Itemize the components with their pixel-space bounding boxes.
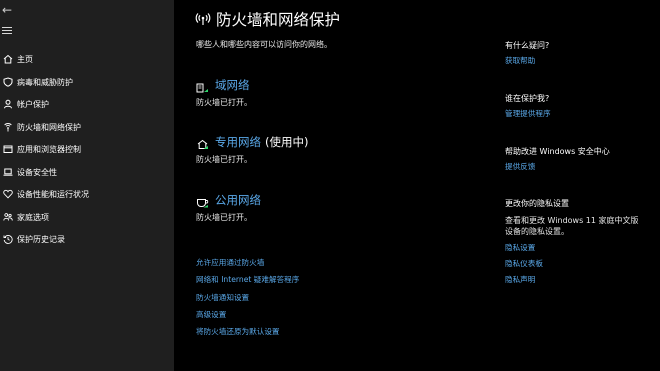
home-icon (3, 54, 13, 64)
domain-network-icon (196, 79, 209, 92)
wifi-broadcast-icon (195, 11, 211, 27)
sidebar-item-label: 设备安全性 (17, 167, 57, 177)
private-network-icon (196, 136, 209, 149)
sidebar-item-label: 帐户保护 (17, 99, 49, 109)
privacy-description-line2: 设备的隐私设置。 (505, 227, 569, 236)
heart-icon (3, 189, 13, 199)
sidebar-item-label: 设备性能和运行状况 (17, 189, 89, 199)
sidebar-item-device-security[interactable]: 设备安全性 (0, 162, 174, 182)
page-title: 防火墙和网络保护 (195, 8, 340, 30)
network-name[interactable]: 专用网络 (215, 134, 261, 150)
network-public[interactable]: 公用网络 防火墙已打开。 (196, 192, 261, 223)
privacy-section: 更改你的隐私设置 查看和更改 Windows 11 家庭中文版 设备的隐私设置。… (505, 198, 639, 285)
sidebar-item-label: 保护历史记录 (17, 234, 65, 244)
person-icon (3, 99, 13, 109)
network-name[interactable]: 公用网络 (215, 192, 261, 208)
sidebar-item-label: 病毒和威胁防护 (17, 77, 73, 87)
manage-providers-link[interactable]: 管理提供程序 (505, 108, 551, 119)
feedback-heading: 帮助改进 Windows 安全中心 (505, 147, 610, 156)
sidebar-item-account-protection[interactable]: 帐户保护 (0, 94, 174, 114)
sidebar-item-device-performance[interactable]: 设备性能和运行状况 (0, 184, 174, 204)
sidebar-item-app-browser[interactable]: 应用和浏览器控制 (0, 139, 174, 159)
privacy-heading: 更改你的隐私设置 (505, 199, 569, 208)
page-subtitle: 哪些人和哪些内容可以访问你的网络。 (196, 40, 332, 49)
sidebar-item-firewall[interactable]: 防火墙和网络保护 (0, 117, 174, 137)
main-content: 防火墙和网络保护 哪些人和哪些内容可以访问你的网络。 域网络 防火墙已打开。 专… (174, 0, 660, 371)
network-troubleshooter-link[interactable]: 网络和 Internet 疑难解答程序 (196, 274, 299, 285)
get-help-link[interactable]: 获取帮助 (505, 55, 549, 66)
public-network-icon (196, 194, 209, 207)
laptop-icon (3, 167, 13, 177)
privacy-dashboard-link[interactable]: 隐私仪表板 (505, 258, 639, 269)
family-icon (3, 212, 13, 222)
network-domain[interactable]: 域网络 防火墙已打开。 (196, 77, 252, 108)
protection-provider-section: 谁在保护我? 管理提供程序 (505, 93, 551, 119)
page-title-text: 防火墙和网络保护 (216, 11, 341, 29)
network-status: 防火墙已打开。 (196, 155, 252, 164)
allow-app-through-firewall-link[interactable]: 允许应用通过防火墙 (196, 257, 264, 268)
help-heading: 有什么疑问? (505, 41, 550, 50)
shield-icon (3, 77, 13, 87)
privacy-statement-link[interactable]: 隐私声明 (505, 274, 639, 285)
give-feedback-link[interactable]: 提供反馈 (505, 161, 610, 172)
sidebar-item-history[interactable]: 保护历史记录 (0, 229, 174, 249)
network-status: 防火墙已打开。 (196, 213, 252, 222)
app-window-icon (3, 144, 13, 154)
advanced-settings-link[interactable]: 高级设置 (196, 309, 226, 320)
sidebar-item-label: 应用和浏览器控制 (17, 144, 81, 154)
history-icon (3, 234, 13, 244)
firewall-notification-settings-link[interactable]: 防火墙通知设置 (196, 292, 249, 303)
restore-firewall-defaults-link[interactable]: 将防火墙还原为默认设置 (196, 326, 280, 337)
sidebar-item-label: 防火墙和网络保护 (17, 122, 81, 132)
network-name[interactable]: 域网络 (215, 77, 250, 93)
sidebar-item-label: 家庭选项 (17, 212, 49, 222)
wifi-icon (3, 122, 13, 132)
back-arrow-icon[interactable]: ← (2, 3, 16, 17)
help-section: 有什么疑问? 获取帮助 (505, 40, 549, 66)
sidebar-item-family[interactable]: 家庭选项 (0, 207, 174, 227)
sidebar-item-home[interactable]: 主页 (0, 49, 174, 69)
hamburger-menu-icon[interactable] (2, 27, 12, 37)
protection-heading: 谁在保护我? (505, 94, 550, 103)
sidebar-item-virus-protection[interactable]: 病毒和威胁防护 (0, 72, 174, 92)
network-in-use-label: (使用中) (265, 135, 309, 149)
network-status: 防火墙已打开。 (196, 98, 252, 107)
network-private[interactable]: 专用网络 (使用中) 防火墙已打开。 (196, 134, 308, 165)
sidebar: ← 主页 病毒和威胁防护 帐户保护 防火墙和网络保护 应用和浏览器控制 设备安全… (0, 0, 174, 371)
privacy-settings-link[interactable]: 隐私设置 (505, 242, 639, 253)
sidebar-item-label: 主页 (17, 54, 33, 64)
feedback-section: 帮助改进 Windows 安全中心 提供反馈 (505, 146, 610, 172)
privacy-description-line1: 查看和更改 Windows 11 家庭中文版 (505, 216, 639, 225)
